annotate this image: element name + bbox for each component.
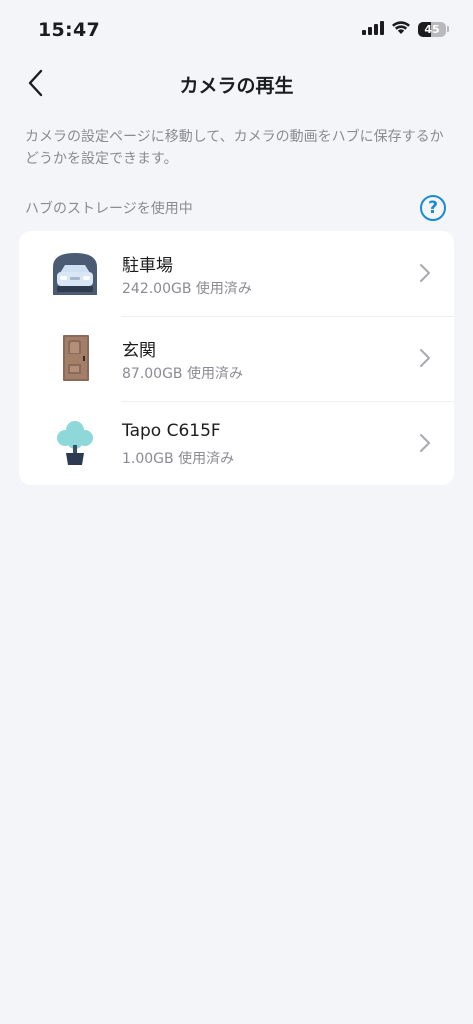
camera-name: 玄関: [122, 341, 156, 361]
camera-storage-usage: 242.00GB 使用済み: [122, 281, 252, 297]
tree-icon: [57, 421, 93, 465]
camera-row-entrance[interactable]: 玄関 87.00GB 使用済み: [19, 316, 454, 401]
camera-storage-usage: 87.00GB 使用済み: [122, 366, 243, 382]
status-icons: 45: [362, 19, 449, 39]
camera-list: 駐車場 242.00GB 使用済み 玄関 87.00GB 使用済み Tapo C…: [19, 231, 454, 485]
cellular-signal-icon: [362, 20, 384, 39]
battery-icon: 45: [418, 21, 446, 37]
page-title: カメラの再生: [179, 75, 294, 97]
description-text: カメラの設定ページに移動して、カメラの動画をハブに保存するかどうかを設定できます…: [25, 129, 444, 167]
battery-level: 45: [424, 22, 440, 36]
camera-row-tapo-c615f[interactable]: Tapo C615F 1.00GB 使用済み: [19, 401, 454, 485]
door-icon: [63, 335, 89, 381]
nav-bar: カメラの再生: [0, 56, 473, 112]
camera-storage-usage: 1.00GB 使用済み: [122, 451, 235, 467]
status-time: 15:47: [38, 19, 100, 41]
camera-row-parking[interactable]: 駐車場 242.00GB 使用済み: [19, 231, 454, 316]
chevron-right-icon: [420, 349, 430, 367]
battery-cap: [447, 26, 449, 32]
status-bar: 15:47 45: [0, 0, 473, 56]
help-icon: ?: [428, 198, 438, 218]
chevron-right-icon: [420, 434, 430, 452]
wifi-icon: [391, 20, 411, 39]
section-header: ハブのストレージを使用中 ?: [25, 195, 449, 221]
help-button[interactable]: ?: [420, 195, 446, 221]
camera-name: 駐車場: [122, 256, 173, 276]
car-icon: [53, 253, 97, 295]
section-label: ハブのストレージを使用中: [25, 201, 193, 217]
camera-name: Tapo C615F: [122, 421, 221, 441]
chevron-right-icon: [420, 264, 430, 282]
